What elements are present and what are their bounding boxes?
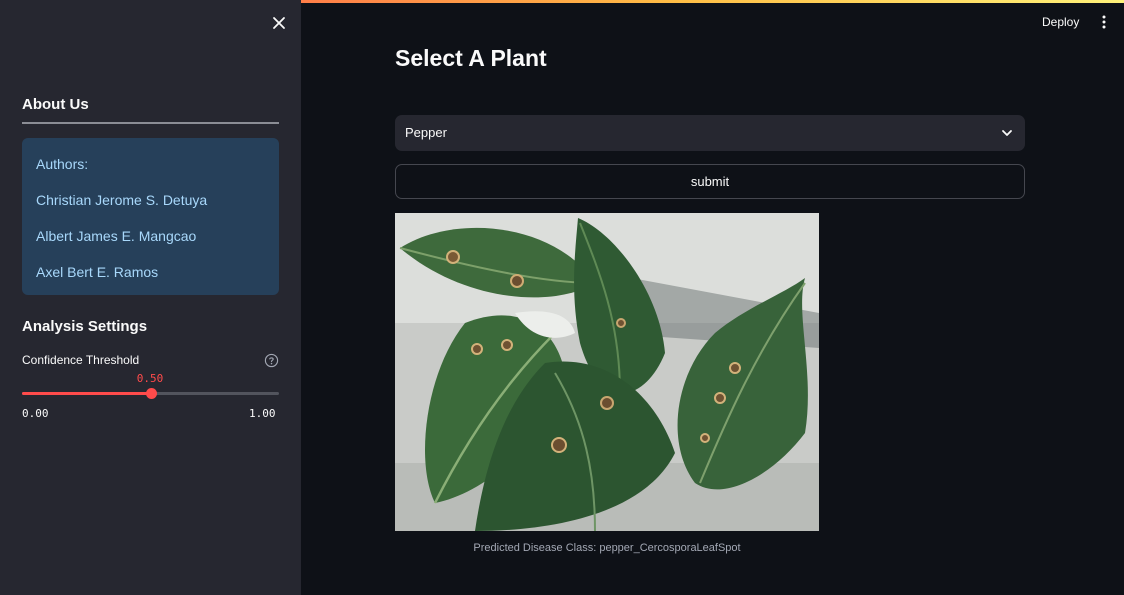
page-title: Select A Plant <box>395 45 547 71</box>
confidence-threshold-label: Confidence Threshold <box>22 353 140 367</box>
confidence-slider[interactable] <box>22 388 279 399</box>
close-icon[interactable] <box>270 14 288 32</box>
slider-handle[interactable] <box>145 388 157 399</box>
chevron-down-icon <box>1002 130 1012 136</box>
authors-box: Authors: Christian Jerome S. Detuya Albe… <box>22 138 279 295</box>
slider-max-label: 1.00 <box>249 407 276 420</box>
author-name: Axel Bert E. Ramos <box>36 264 159 280</box>
more-vertical-icon[interactable] <box>1099 14 1109 30</box>
plant-image <box>395 213 819 531</box>
author-name: Albert James E. Mangcao <box>36 228 197 244</box>
deploy-button[interactable]: Deploy <box>1042 15 1079 29</box>
authors-label: Authors: <box>36 156 89 172</box>
about-divider <box>22 122 279 124</box>
sidebar: About Us Authors: Christian Jerome S. De… <box>0 0 301 595</box>
slider-value: 0.50 <box>136 372 164 385</box>
author-name: Christian Jerome S. Detuya <box>36 192 208 208</box>
slider-min-label: 0.00 <box>22 407 49 420</box>
about-heading: About Us <box>22 96 89 113</box>
image-caption: Predicted Disease Class: pepper_Cercospo… <box>473 542 741 554</box>
help-icon[interactable] <box>264 353 279 368</box>
plant-select-value: Pepper <box>405 125 447 140</box>
slider-fill <box>22 392 151 395</box>
plant-select[interactable]: Pepper <box>395 115 1025 151</box>
submit-button[interactable]: submit <box>395 164 1025 199</box>
analysis-heading: Analysis Settings <box>22 318 148 335</box>
